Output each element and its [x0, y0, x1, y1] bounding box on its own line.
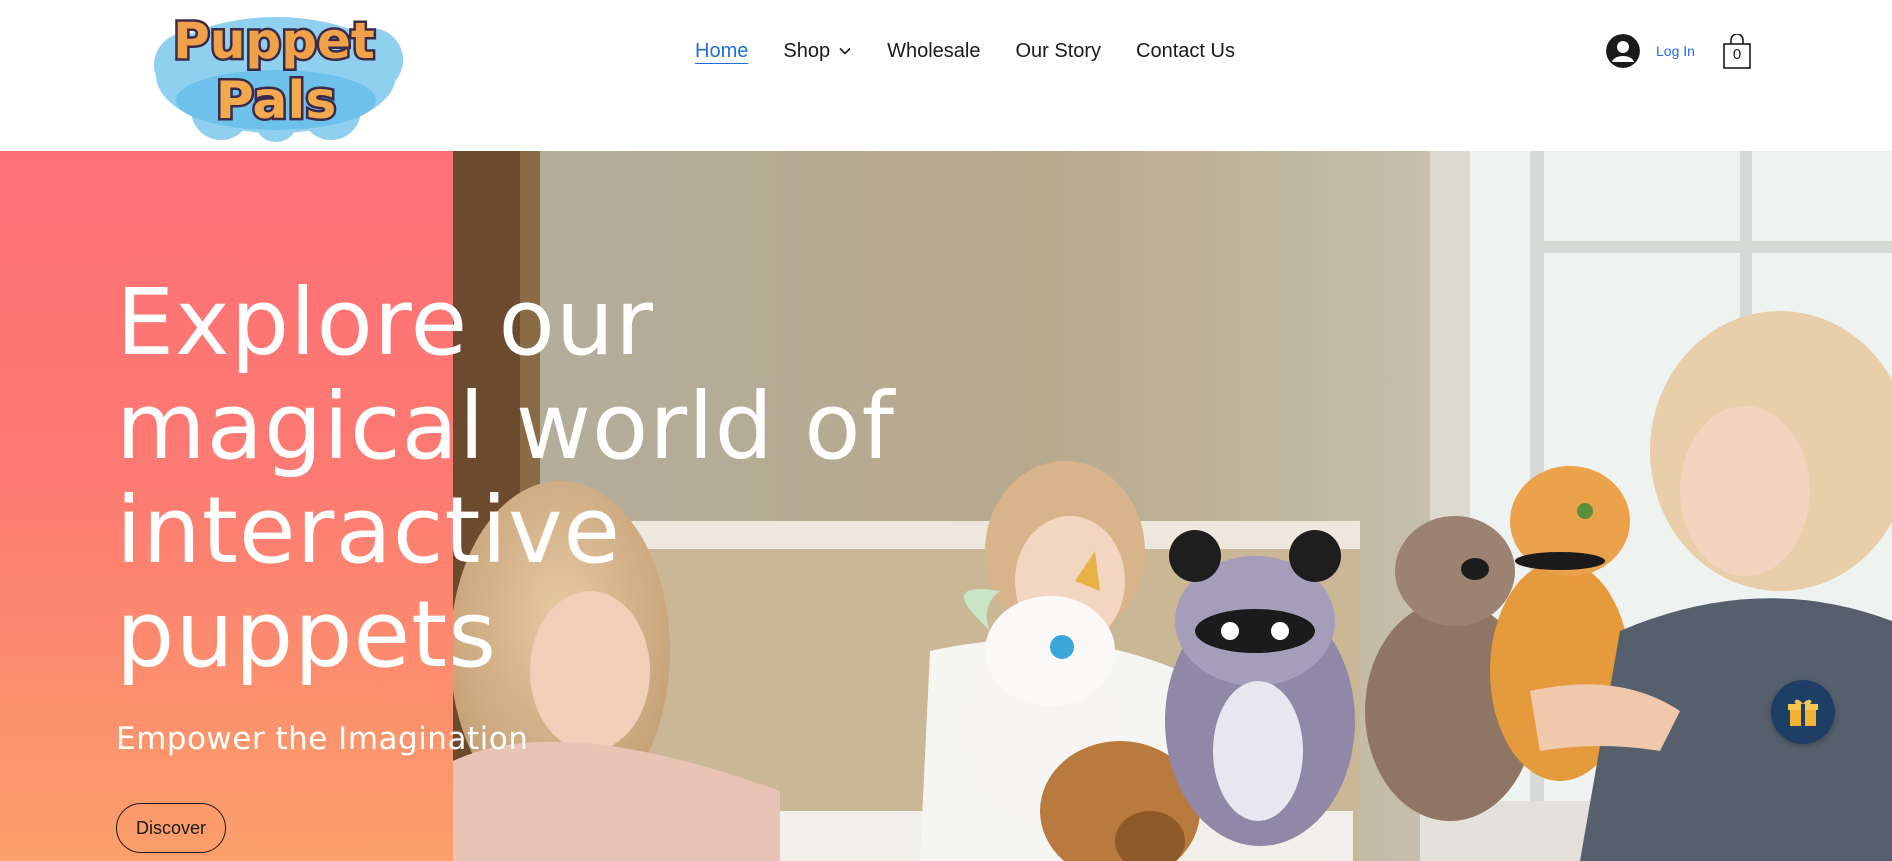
- nav-item-wholesale-label: Wholesale: [887, 40, 981, 62]
- login-button[interactable]: Log In: [1606, 34, 1695, 68]
- svg-text:Pals: Pals: [216, 71, 337, 131]
- nav-item-shop[interactable]: Shop: [783, 34, 852, 68]
- nav-item-wholesale[interactable]: Wholesale: [887, 34, 980, 68]
- user-avatar-icon: [1606, 34, 1640, 68]
- main-nav: Home Shop Wholesale Our Story Contact Us: [695, 34, 1270, 68]
- hero-section: Explore our magical world of interactive…: [0, 151, 1892, 861]
- hero-headline-line: magical world of: [116, 373, 895, 480]
- hero-headline-line: puppets: [116, 581, 498, 688]
- hero-subheadline: Empower the Imagination: [116, 721, 529, 757]
- nav-item-home[interactable]: Home: [695, 34, 748, 68]
- nav-item-home-label: Home: [695, 40, 749, 62]
- gift-button[interactable]: [1771, 680, 1835, 744]
- hero-headline: Explore our magical world of interactive…: [116, 271, 976, 687]
- nav-item-contact-us[interactable]: Contact Us: [1136, 34, 1235, 68]
- discover-button[interactable]: Discover: [116, 803, 226, 853]
- login-label: Log In: [1656, 43, 1695, 59]
- gift-icon: [1788, 699, 1818, 726]
- puppet-pals-logo[interactable]: Puppet Pals: [146, 0, 406, 142]
- chevron-down-icon: [839, 47, 851, 55]
- site-header: Puppet Pals Home Shop Wholesale Our Stor…: [0, 0, 1892, 151]
- nav-item-our-story[interactable]: Our Story: [1015, 34, 1101, 68]
- nav-item-our-story-label: Our Story: [1015, 40, 1102, 62]
- nav-item-shop-label: Shop: [783, 40, 831, 62]
- hero-headline-line: Explore our: [116, 269, 654, 376]
- hero-headline-line: interactive: [116, 477, 622, 584]
- cart-count: 0: [1732, 46, 1742, 63]
- nav-item-contact-us-label: Contact Us: [1136, 40, 1235, 62]
- svg-text:Puppet: Puppet: [173, 12, 375, 70]
- cart-button[interactable]: 0: [1722, 33, 1752, 70]
